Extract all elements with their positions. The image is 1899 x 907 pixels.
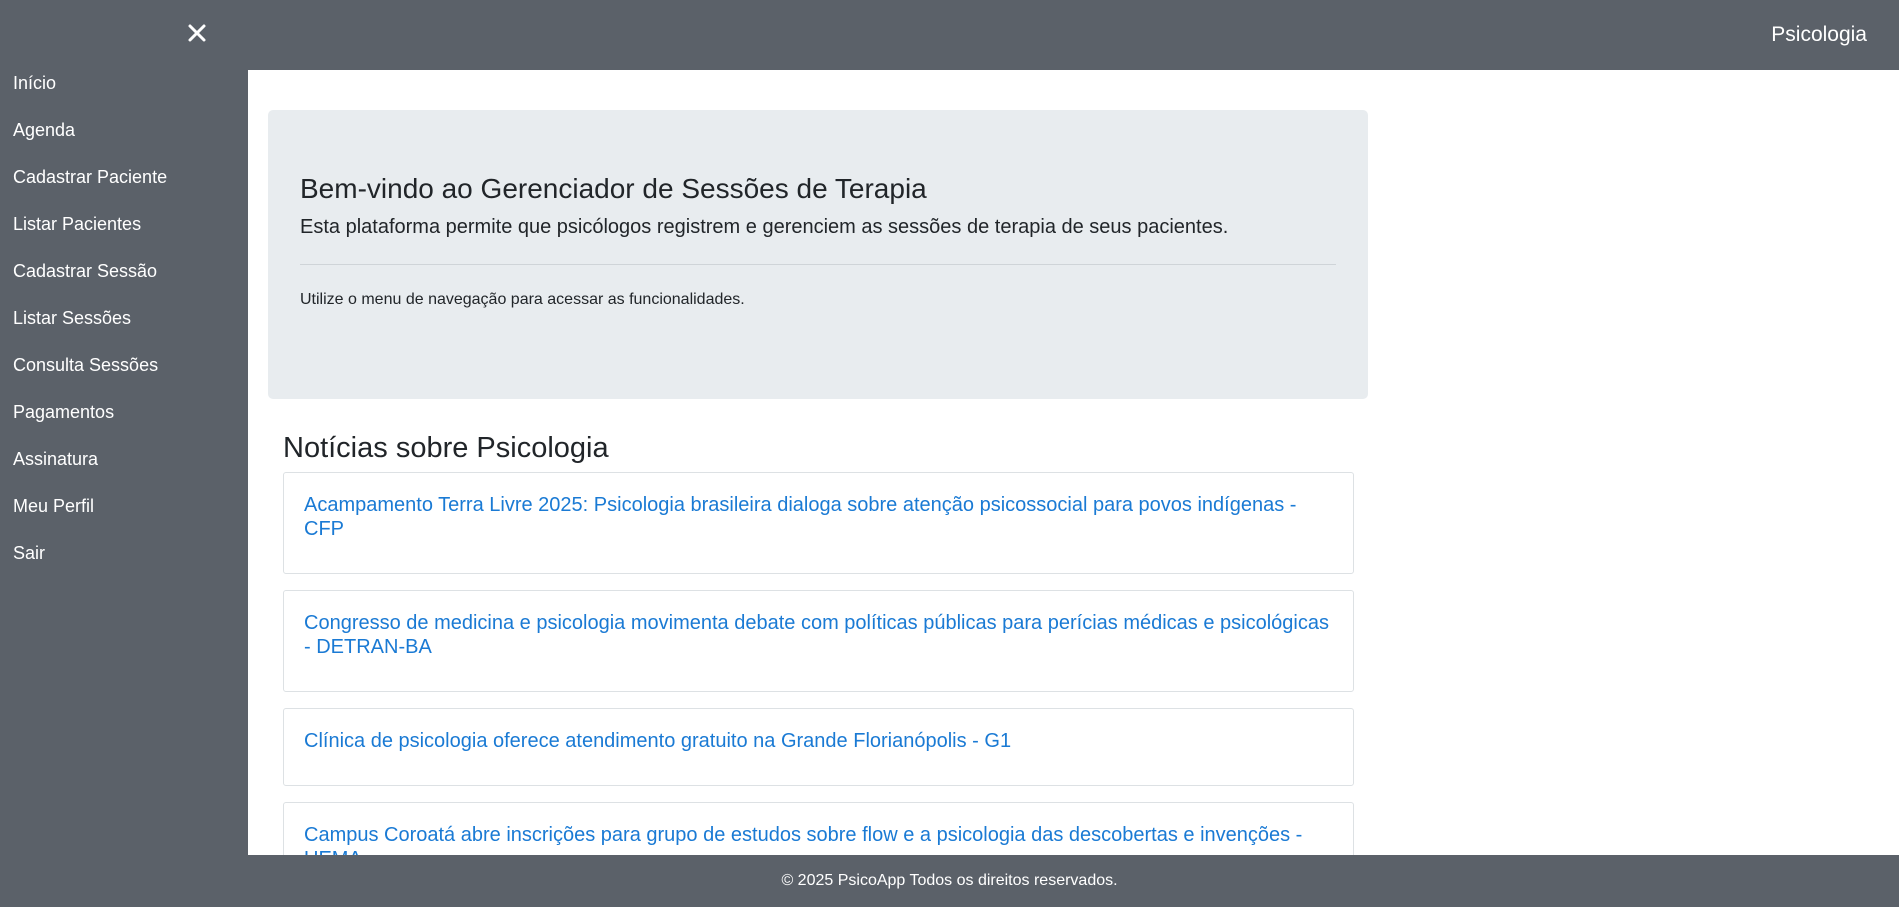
welcome-lead: Esta plataforma permite que psicólogos r… xyxy=(300,216,1229,238)
news-card: Campus Coroatá abre inscrições para grup… xyxy=(283,802,1354,855)
close-icon[interactable] xyxy=(186,22,208,44)
news-card: Clínica de psicologia oferece atendiment… xyxy=(283,708,1354,786)
news-link[interactable]: Congresso de medicina e psicologia movim… xyxy=(304,612,1329,658)
news-section-title: Notícias sobre Psicologia xyxy=(283,432,609,464)
news-card: Acampamento Terra Livre 2025: Psicologia… xyxy=(283,472,1354,574)
sidebar-item-cadastrar-paciente[interactable]: Cadastrar Paciente xyxy=(0,165,248,212)
sidebar-item-meu-perfil[interactable]: Meu Perfil xyxy=(0,494,248,541)
sidebar-item-cadastrar-sessao[interactable]: Cadastrar Sessão xyxy=(0,259,248,306)
welcome-panel: Bem-vindo ao Gerenciador de Sessões de T… xyxy=(268,110,1368,399)
welcome-text: Utilize o menu de navegação para acessar… xyxy=(300,291,745,308)
news-card: Congresso de medicina e psicologia movim… xyxy=(283,590,1354,692)
footer-text: © 2025 PsicoApp Todos os direitos reserv… xyxy=(781,872,1118,889)
welcome-divider xyxy=(300,264,1336,265)
sidebar-item-inicio[interactable]: Início xyxy=(0,71,248,118)
sidebar-item-listar-pacientes[interactable]: Listar Pacientes xyxy=(0,212,248,259)
news-list: Acampamento Terra Livre 2025: Psicologia… xyxy=(283,472,1354,855)
sidebar-item-sair[interactable]: Sair xyxy=(0,541,248,588)
main-content: Bem-vindo ao Gerenciador de Sessões de T… xyxy=(248,70,1899,855)
news-link[interactable]: Clínica de psicologia oferece atendiment… xyxy=(304,730,1011,752)
page-footer: © 2025 PsicoApp Todos os direitos reserv… xyxy=(0,855,1899,907)
sidebar-item-assinatura[interactable]: Assinatura xyxy=(0,447,248,494)
sidebar: Início Agenda Cadastrar Paciente Listar … xyxy=(0,0,248,855)
sidebar-item-pagamentos[interactable]: Pagamentos xyxy=(0,400,248,447)
news-link[interactable]: Campus Coroatá abre inscrições para grup… xyxy=(304,824,1302,855)
sidebar-nav: Início Agenda Cadastrar Paciente Listar … xyxy=(0,71,248,588)
sidebar-item-agenda[interactable]: Agenda xyxy=(0,118,248,165)
sidebar-item-listar-sessoes[interactable]: Listar Sessões xyxy=(0,306,248,353)
top-navbar: Psicologia xyxy=(0,0,1899,70)
news-link[interactable]: Acampamento Terra Livre 2025: Psicologia… xyxy=(304,494,1296,540)
sidebar-item-consulta-sessoes[interactable]: Consulta Sessões xyxy=(0,353,248,400)
brand-title[interactable]: Psicologia xyxy=(1771,23,1867,47)
welcome-title: Bem-vindo ao Gerenciador de Sessões de T… xyxy=(300,173,927,204)
